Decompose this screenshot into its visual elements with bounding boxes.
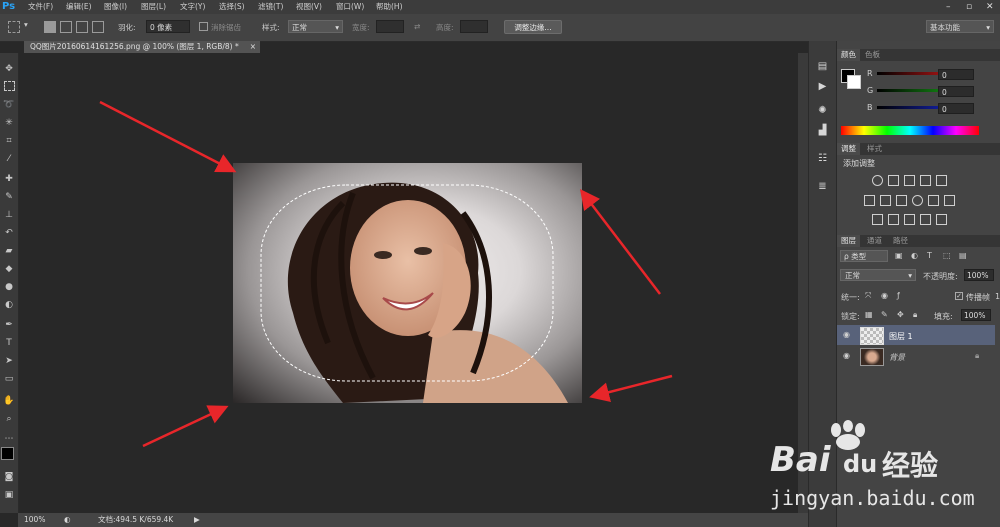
lock-transparent-icon[interactable]: ▦ [865,310,873,319]
brightness-adjust-icon[interactable] [872,175,883,186]
unify-label: 统一: [841,293,860,302]
chevron-down-icon: ▾ [908,271,912,280]
visibility-eye-icon[interactable]: ◉ [843,330,850,339]
propagate-label: 传播帧 [966,293,990,302]
history-icon[interactable]: ▤ [815,59,830,74]
tab-channels[interactable]: 通道 [863,235,886,247]
histogram-icon[interactable]: ▟ [815,123,830,138]
tab-adjustments[interactable]: 调整 [837,143,860,155]
channel-r-value[interactable]: 0 [938,69,974,80]
watermark-url: jingyan.baidu.com [770,486,975,510]
layer-name: 图层 1 [889,332,913,341]
arrow-bottom-left [142,405,229,448]
adjust-panel-header: 调整 样式 [837,143,1000,155]
exposure-icon[interactable] [920,175,931,186]
vibrance-icon[interactable] [936,175,947,186]
tab-layers[interactable]: 图层 [837,235,860,247]
color-balance-icon[interactable] [880,195,891,206]
layer-name: 背景 [889,353,905,362]
channel-g-label: G [867,86,874,95]
channel-g-value[interactable]: 0 [938,86,974,97]
filter-adjust-icon[interactable]: ◐ [911,251,918,260]
opacity-label: 不透明度: [923,272,958,281]
lock-icon: 🔒︎ [975,351,980,360]
layer-row-layer1[interactable]: ◉ 图层 1 [837,325,995,345]
propagate-value: 1 [995,292,1000,301]
levels-icon[interactable] [888,175,899,186]
black-white-icon[interactable] [896,195,907,206]
blend-mode-select[interactable]: 正常 ▾ [840,269,916,281]
threshold-icon[interactable] [904,214,915,225]
fill-label: 填充: [934,312,953,321]
baidu-brand: Bai [770,440,831,480]
filter-smart-icon[interactable]: ▤ [959,251,967,260]
doc-info: 文档:494.5 K/659.4K [98,515,174,524]
propagate-checkbox[interactable]: ✓ [955,292,963,300]
adjust-brightness-icon[interactable]: ✺ [815,103,830,118]
selective-color-icon[interactable] [936,214,947,225]
arrow-top-left [99,100,237,173]
lock-move-icon[interactable]: ✥ [897,310,904,319]
layer-filter-select[interactable]: ρ 类型 [840,250,888,262]
color-lookup-icon[interactable] [944,195,955,206]
layer-thumbnail [860,348,884,366]
hue-saturation-icon[interactable] [864,195,875,206]
channel-b-value[interactable]: 0 [938,103,974,114]
tab-paths[interactable]: 路径 [889,235,912,247]
info-icon[interactable]: ◐ [64,513,71,527]
blend-mode-value: 正常 [845,271,860,280]
background-swatch[interactable] [847,75,861,89]
arrow-top-right [579,189,661,295]
channel-b-label: B [867,103,873,112]
baidu-paw-icon [831,420,865,450]
add-adjustment-title: 添加调整 [843,159,875,168]
baidu-brand-cn: 经验 [882,449,939,482]
visibility-eye-icon[interactable]: ◉ [843,351,850,360]
curves-icon[interactable] [904,175,915,186]
photo-filter-icon[interactable] [912,195,923,206]
tab-styles[interactable]: 样式 [863,143,886,155]
layers-panel-header: 图层 通道 路径 [837,235,1000,247]
unify-visibility-icon[interactable]: ◉ [881,291,888,300]
fill-input[interactable]: 100% [961,309,991,321]
status-bar: 100% ◐ 文档:494.5 K/659.4K ▶ [18,513,808,527]
tab-swatches[interactable]: 色板 [861,49,884,61]
color-panel-header: 颜色 色板 [837,49,1000,61]
baidu-brand-du: du [843,450,878,478]
lock-paint-icon[interactable]: ✎ [881,310,888,319]
unify-position-icon[interactable]: ⤧ [865,291,871,301]
arrow-bottom-right [589,374,673,402]
layer-row-background[interactable]: ◉ 背景 🔒︎ [837,346,995,366]
invert-icon[interactable] [872,214,883,225]
filter-pixel-icon[interactable]: ▣ [895,251,903,260]
filter-shape-icon[interactable]: ⬚ [943,251,951,260]
properties-icon[interactable]: ☷ [815,151,830,166]
channel-mixer-icon[interactable] [928,195,939,206]
layer-thumbnail [860,327,884,345]
lock-label: 锁定: [841,312,860,321]
unify-style-icon[interactable]: ƒ [897,291,900,300]
lock-all-icon[interactable]: 🔒︎ [913,310,917,320]
channel-r-label: R [867,69,873,78]
posterize-icon[interactable] [888,214,899,225]
status-menu-icon[interactable]: ▶ [194,513,200,527]
baidu-watermark: Bai du 经验 jingyan.baidu.com [770,420,995,520]
paragraph-icon[interactable]: ≣ [815,179,830,194]
gradient-map-icon[interactable] [920,214,931,225]
color-spectrum-bar[interactable] [841,126,979,135]
layer-filter-value: 类型 [851,252,867,261]
zoom-level[interactable]: 100% [24,513,45,527]
filter-type-icon[interactable]: T [927,251,932,260]
opacity-input[interactable]: 100% [964,269,994,281]
actions-play-icon[interactable]: ▶ [815,79,830,94]
tab-color[interactable]: 颜色 [837,49,860,61]
